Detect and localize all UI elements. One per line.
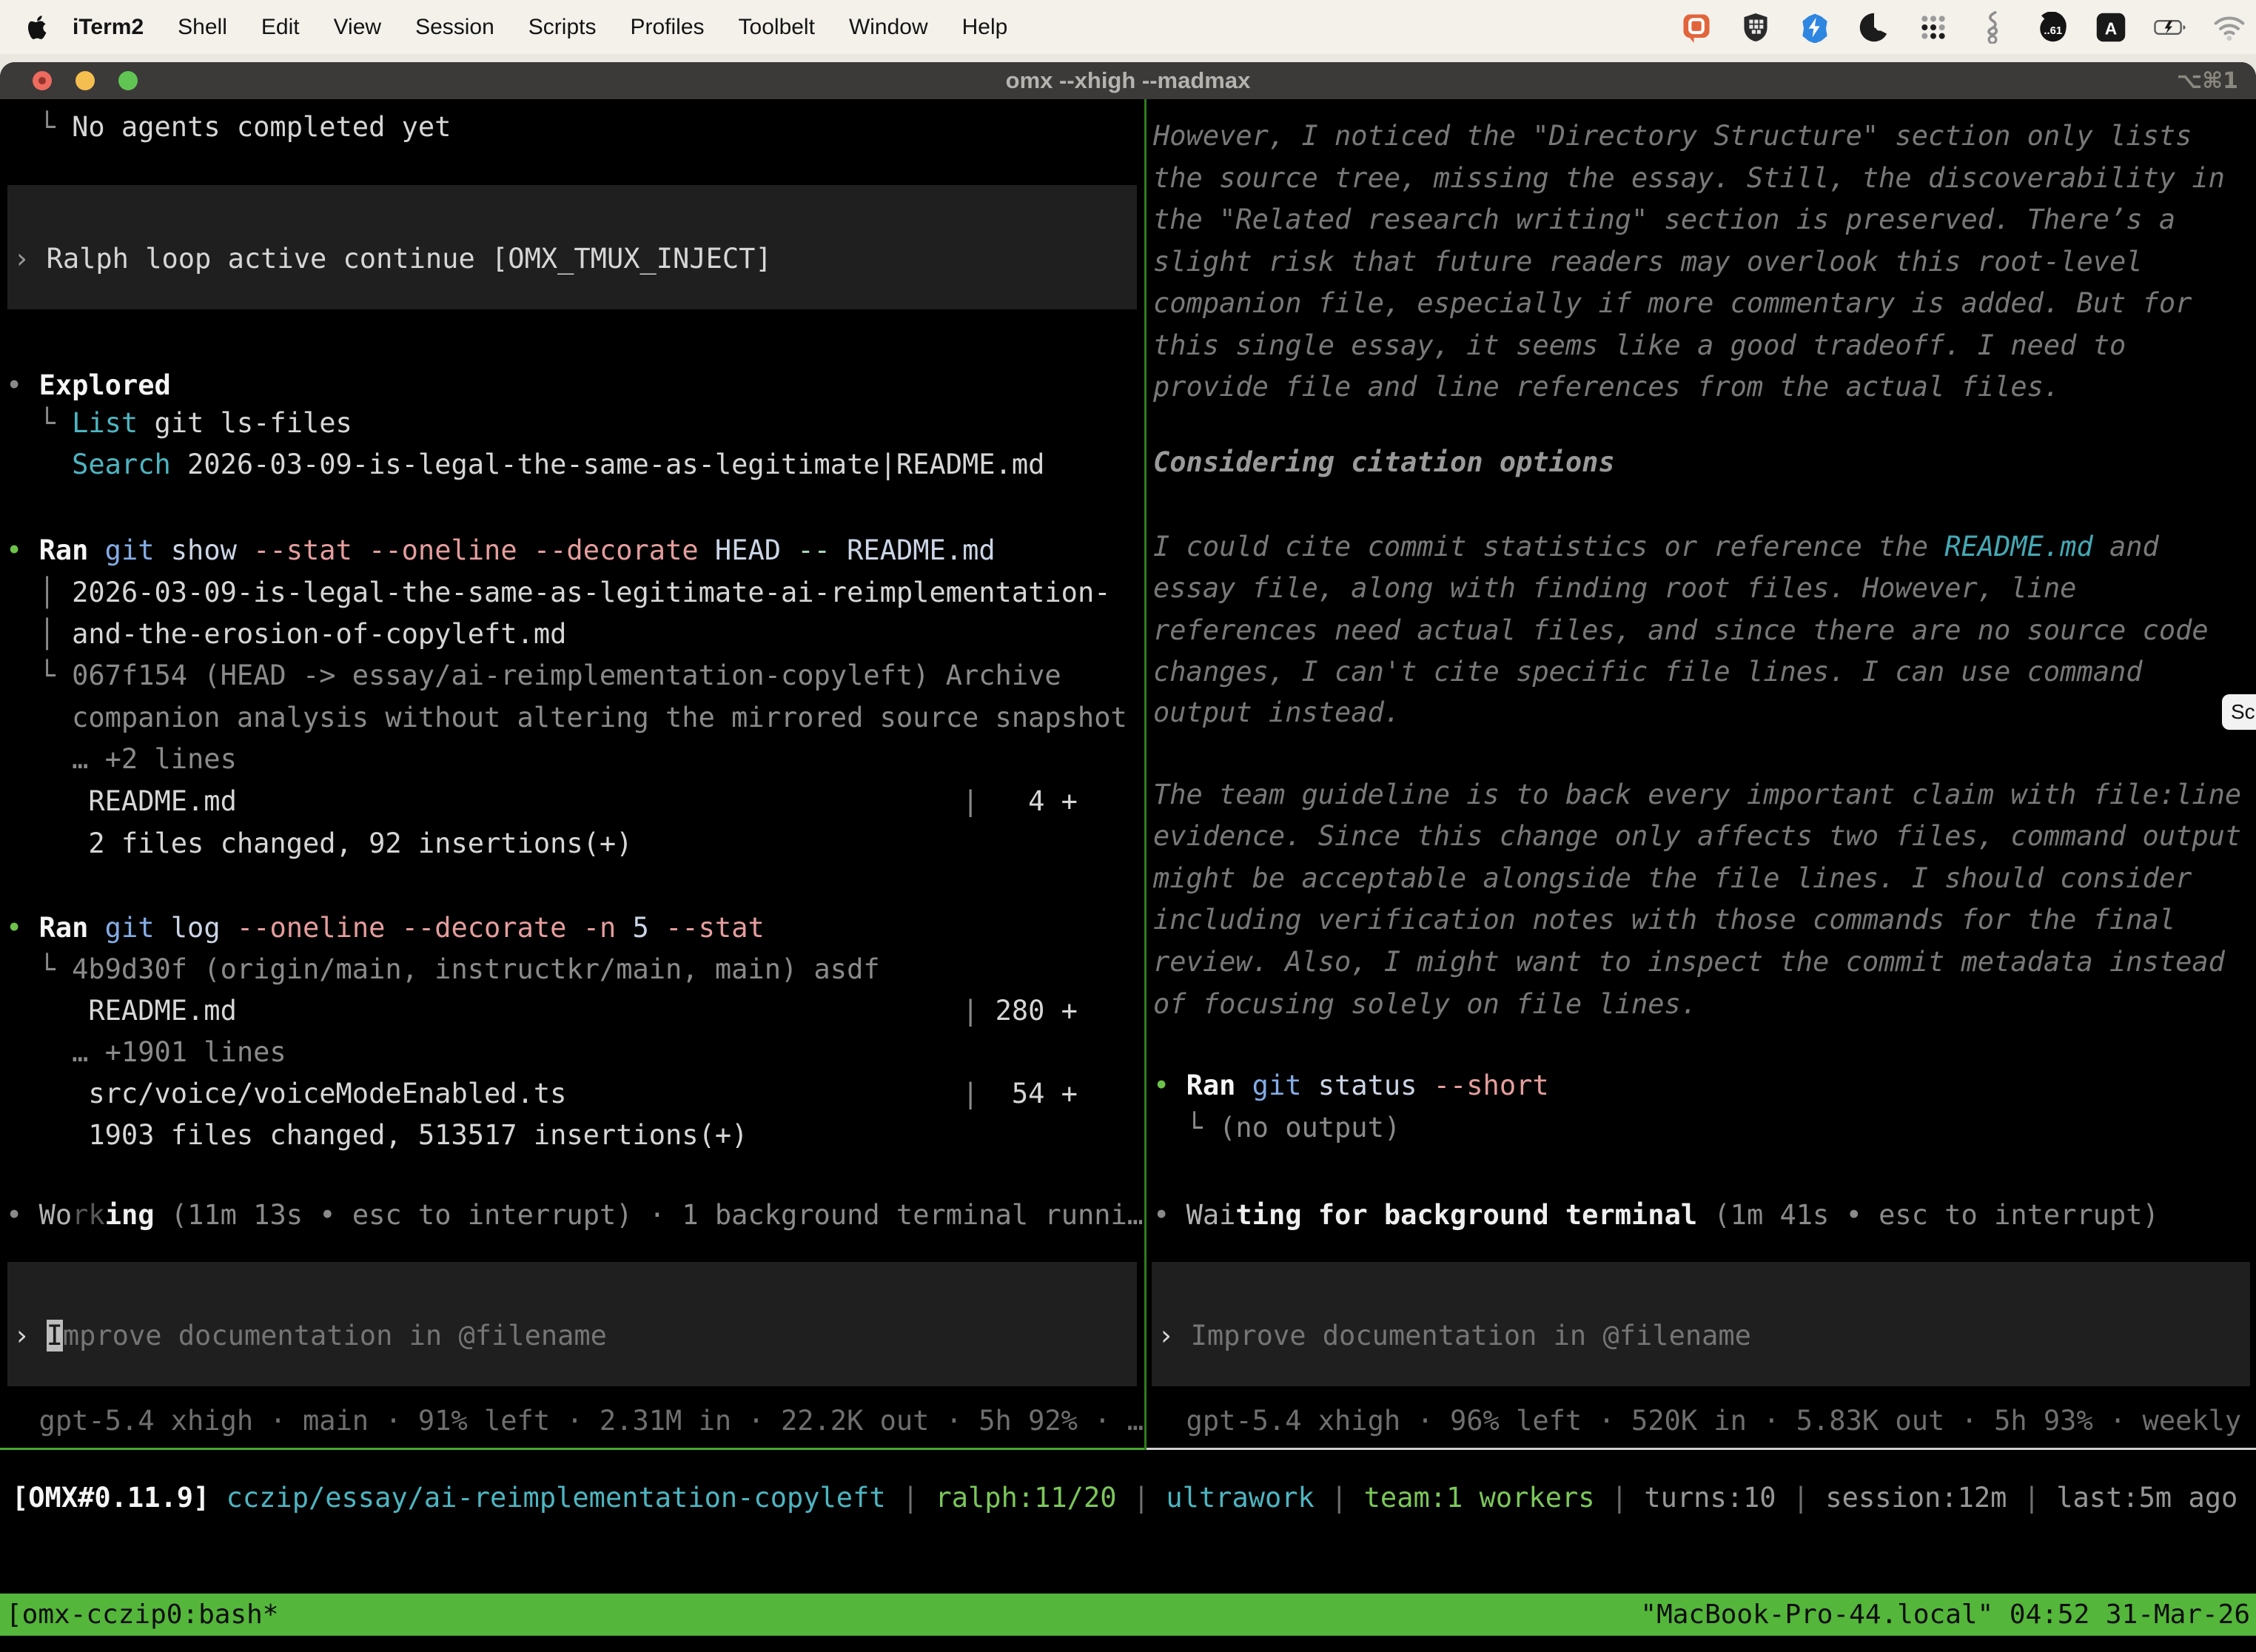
- menu-item-shell[interactable]: Shell: [161, 15, 244, 39]
- traffic-lights: [33, 71, 138, 90]
- terminal-line: The team guideline is to back every impo…: [1153, 779, 2241, 811]
- lightning-badge-icon[interactable]: [1799, 11, 1831, 44]
- right-prompt-input[interactable]: › Improve documentation in @filename: [1152, 1262, 2250, 1386]
- tmux-host-clock: "MacBook-Pro-44.local" 04:52 31-Mar-26: [1640, 1599, 2250, 1630]
- menu-item-toolbelt[interactable]: Toolbelt: [722, 15, 832, 39]
- desktop: { "menu_bar": { "items": ["iTerm2", "She…: [0, 0, 2256, 1652]
- wifi-icon[interactable]: [2213, 11, 2246, 44]
- terminal-line: references need actual files, and since …: [1153, 614, 2209, 647]
- dots-grid-icon[interactable]: [1917, 11, 1950, 44]
- terminal-line: provide file and line references from th…: [1153, 371, 2060, 403]
- pane-divider[interactable]: [1144, 99, 1147, 1450]
- right-pane-border: [1147, 1448, 2256, 1450]
- window-shortcut-badge: ⌥⌘1: [2177, 68, 2238, 94]
- battery-icon[interactable]: [2154, 11, 2186, 44]
- terminal-line: evidence. Since this change only affects…: [1153, 820, 2241, 853]
- shield-icon[interactable]: [1739, 11, 1772, 44]
- menu-item-session[interactable]: Session: [398, 15, 511, 39]
- title-bar[interactable]: omx --xhigh --madmax ⌥⌘1: [0, 62, 2256, 99]
- terminal-line: might be acceptable alongside the file l…: [1153, 862, 2192, 895]
- terminal-line: this single essay, it seems like a good …: [1153, 329, 2126, 362]
- pie-logo-icon[interactable]: [1858, 11, 1890, 44]
- terminal-line: the source tree, missing the essay. Stil…: [1153, 162, 2225, 195]
- terminal-line: • Ran git status --short: [1153, 1070, 1549, 1102]
- terminal-line: └ (no output): [1153, 1112, 1400, 1144]
- badge-61-icon[interactable]: ..61: [2035, 11, 2068, 44]
- terminal-line: • Waiting for background terminal (1m 41…: [1153, 1199, 2159, 1232]
- menu-item-edit[interactable]: Edit: [244, 15, 317, 39]
- menubar-status-icons: ..61 A: [1680, 0, 2246, 54]
- menu-item-window[interactable]: Window: [832, 15, 945, 39]
- zoom-button[interactable]: [118, 71, 138, 90]
- menu-item-scripts[interactable]: Scripts: [511, 15, 614, 39]
- right-model-status: gpt-5.4 xhigh · 96% left · 520K in · 5.8…: [1153, 1405, 2256, 1437]
- terminal-line: I could cite commit statistics or refere…: [1153, 531, 2159, 563]
- terminal-content: └ No agents completed yet• Explored └ Li…: [0, 99, 2256, 1652]
- menu-items: iTerm2ShellEditViewSessionScriptsProfile…: [56, 15, 1024, 40]
- terminal-line: However, I noticed the "Directory Struct…: [1153, 120, 2192, 152]
- keyboard-a-icon[interactable]: A: [2095, 11, 2127, 44]
- tmux-session-label: [omx-cczip0:bash*: [6, 1599, 278, 1630]
- terminal-line: Considering citation options: [1153, 446, 1615, 479]
- close-button[interactable]: [33, 71, 52, 90]
- terminal-line: slight risk that future readers may over…: [1153, 246, 2143, 278]
- terminal-line: review. Also, I might want to inspect th…: [1153, 946, 2225, 978]
- iterm-window: omx --xhigh --madmax ⌥⌘1 └ No agents com…: [0, 62, 2256, 1652]
- screen-share-popover[interactable]: Scre: [2222, 694, 2256, 730]
- squiggle-icon[interactable]: [1976, 11, 2009, 44]
- terminal-line: of focusing solely on file lines.: [1153, 988, 1697, 1021]
- svg-text:A: A: [2105, 19, 2117, 38]
- menu-item-iterm2[interactable]: iTerm2: [56, 15, 161, 39]
- menu-item-help[interactable]: Help: [945, 15, 1025, 39]
- minimize-button[interactable]: [75, 71, 95, 90]
- menu-item-view[interactable]: View: [317, 15, 398, 39]
- terminal-line: changes, I can't cite specific file line…: [1153, 656, 2143, 688]
- apple-icon[interactable]: [28, 16, 48, 39]
- menu-item-profiles[interactable]: Profiles: [613, 15, 721, 39]
- terminal-line: companion file, especially if more comme…: [1153, 287, 2192, 320]
- terminal-line: output instead.: [1153, 696, 1400, 729]
- terminal-line: including verification notes with those …: [1153, 904, 2175, 936]
- svg-text:..61: ..61: [2044, 24, 2062, 36]
- screen-indicator-icon[interactable]: [1680, 11, 1713, 44]
- window-title: omx --xhigh --madmax: [1006, 67, 1251, 94]
- screen-share-popover-label: Scre: [2231, 700, 2256, 724]
- tmux-status-bar: [omx-cczip0:bash* "MacBook-Pro-44.local"…: [0, 1594, 2256, 1636]
- menu-bar: iTerm2ShellEditViewSessionScriptsProfile…: [0, 0, 2256, 54]
- omx-status-line: [OMX#0.11.9] cczip/essay/ai-reimplementa…: [12, 1482, 2237, 1514]
- right-prompt-text: › Improve documentation in @filename: [1158, 1320, 1751, 1352]
- terminal-line: essay file, along with finding root file…: [1153, 572, 2076, 605]
- left-pane-border: [0, 1448, 1144, 1450]
- terminal-line: the "Related research writing" section i…: [1153, 204, 2175, 236]
